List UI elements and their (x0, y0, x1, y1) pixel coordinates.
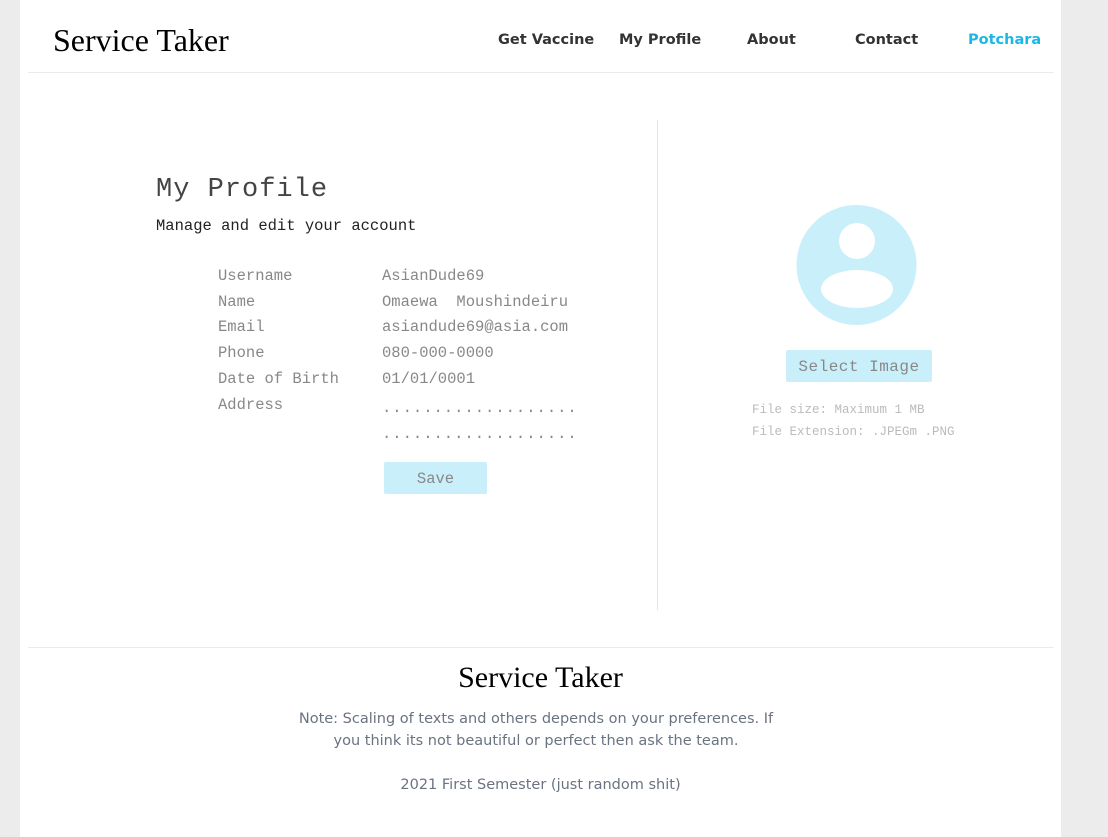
select-image-button[interactable]: Select Image (786, 350, 932, 382)
save-button[interactable]: Save (384, 462, 487, 494)
header-divider (28, 72, 1054, 73)
username-field[interactable]: AsianDude69 (382, 266, 484, 286)
phone-label: Phone (218, 344, 265, 362)
name-label: Name (218, 293, 256, 311)
address-label: Address (218, 396, 284, 414)
page-container: Service Taker Get Vaccine My Profile Abo… (20, 0, 1061, 837)
dob-field[interactable]: 01/01/0001 (382, 369, 475, 389)
section-divider (657, 120, 658, 610)
name-field[interactable]: Omaewa Moushindeiru (382, 292, 568, 312)
phone-field[interactable]: 080-000-0000 (382, 343, 494, 363)
user-avatar-icon (796, 205, 917, 325)
file-extension-note: File Extension: .JPEGm .PNG (752, 425, 955, 439)
footer-note-line2: you think its not beautiful or perfect t… (333, 733, 739, 749)
nav-my-profile[interactable]: My Profile (619, 30, 701, 50)
address-field-line2[interactable]: ................... (382, 424, 578, 444)
footer-brand: Service Taker (458, 661, 623, 694)
footer-note: Note: Scaling of texts and others depend… (286, 708, 786, 752)
email-field[interactable]: asiandude69@asia.com (382, 317, 568, 337)
footer-year-text: 2021 First Semester (just random shit) (400, 777, 681, 793)
nav-user-potchara[interactable]: Potchara (968, 30, 1041, 50)
nav-about[interactable]: About (747, 30, 796, 50)
page-subtitle: Manage and edit your account (156, 217, 417, 235)
address-field-line1[interactable]: ................... (382, 398, 578, 418)
site-logo[interactable]: Service Taker (53, 20, 229, 60)
footer-divider (28, 647, 1054, 648)
email-label: Email (218, 318, 265, 336)
footer-note-line1: Note: Scaling of texts and others depend… (298, 711, 774, 727)
nav-get-vaccine[interactable]: Get Vaccine (498, 30, 594, 50)
dob-label: Date of Birth (218, 370, 339, 388)
nav-contact[interactable]: Contact (855, 30, 918, 50)
username-label: Username (218, 267, 293, 285)
page-title: My Profile (156, 175, 329, 205)
file-size-note: File size: Maximum 1 MB (752, 403, 925, 417)
